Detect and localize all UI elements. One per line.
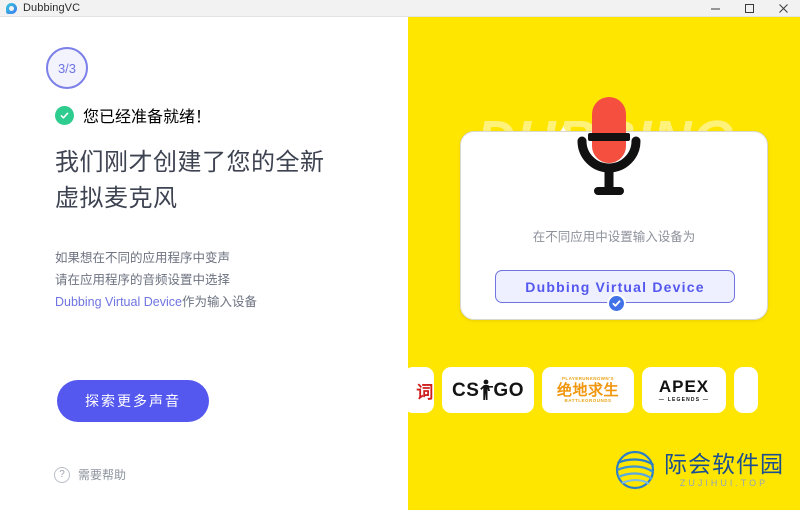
microphone-icon — [570, 95, 648, 207]
left-panel: 3/3 您已经准备就绪！ 我们刚才创建了您的全新 虚拟麦克风 如果想在不同的应用… — [0, 17, 408, 510]
logo-apex[interactable]: APEX — LEGENDS — — [642, 367, 726, 413]
right-panel: DUBBING ✦ ✦ ✦ ✦ 在不同应用中设置输入设备为 Dubbing Vi… — [408, 17, 800, 510]
logo-apex-text: APEX — LEGENDS — — [659, 378, 709, 403]
logo-cn-text: 词. — [416, 382, 434, 402]
check-circle-icon — [607, 294, 626, 313]
ready-status: 您已经准备就绪！ — [55, 103, 211, 127]
csgo-gunman-icon — [479, 379, 494, 401]
logo-csgo-text: CS GO — [452, 379, 524, 401]
logo-partial-right[interactable] — [734, 367, 758, 413]
supported-games-row: 词. CSGO PLAYERUNKNOWN'S 绝地求生 BATTLEGROUN… — [408, 364, 800, 416]
watermark: 际会软件园 ZUJIHUI.TOP — [614, 449, 784, 491]
instructions-line-2: 请在应用程序的音频设置中选择 — [55, 273, 231, 287]
card-caption: 在不同应用中设置输入设备为 — [532, 230, 696, 244]
logo-csgo[interactable]: CS GO — [442, 367, 534, 413]
watermark-cn: 际会软件园 — [664, 450, 784, 477]
globe-icon — [614, 449, 656, 491]
page-title: 我们刚才创建了您的全新 虚拟麦克风 — [55, 145, 325, 217]
dubbing-droplet-icon — [6, 2, 17, 14]
instructions-line-3-suffix: 作为输入设备 — [181, 295, 257, 309]
pubg-bottom-text: BATTLEGROUNDS — [564, 397, 612, 403]
instructions-line-1: 如果想在不同的应用程序中变声 — [55, 251, 231, 265]
title-bar: DubbingVC — [0, 0, 800, 17]
step-indicator: 3/3 — [46, 47, 88, 89]
pubg-main-text: 绝地求生 — [556, 381, 619, 399]
minimize-icon[interactable] — [698, 0, 732, 17]
help-link[interactable]: ? 需要帮助 — [54, 466, 126, 483]
check-circle-icon — [55, 105, 74, 125]
apex-sub-text: — LEGENDS — — [658, 396, 710, 403]
app-window: DubbingVC 3/3 您已经准备就绪！ 我们刚才创建了您的全新 虚拟麦克风… — [0, 0, 800, 510]
question-mark-icon: ? — [54, 466, 70, 483]
logo-cn-partial[interactable]: 词. — [408, 367, 434, 413]
virtual-device-link[interactable]: Dubbing Virtual Device — [55, 295, 182, 309]
window-title: DubbingVC — [23, 2, 81, 14]
logo-pubg-text: PLAYERUNKNOWN'S 绝地求生 BATTLEGROUNDS — [556, 376, 619, 403]
help-label: 需要帮助 — [78, 468, 127, 482]
close-icon[interactable] — [766, 0, 800, 17]
logo-pubg[interactable]: PLAYERUNKNOWN'S 绝地求生 BATTLEGROUNDS — [542, 367, 634, 413]
instructions: 如果想在不同的应用程序中变声 请在应用程序的音频设置中选择 Dubbing Vi… — [55, 247, 257, 313]
pubg-top-text: PLAYERUNKNOWN'S — [562, 376, 614, 381]
headline-line-2: 虚拟麦克风 — [55, 185, 178, 212]
instructions-line-3: Dubbing Virtual Device作为输入设备 — [55, 291, 257, 313]
apex-main-text: APEX — [658, 376, 710, 396]
headline-line-1: 我们刚才创建了您的全新 — [55, 149, 325, 176]
watermark-en: ZUJIHUI.TOP — [679, 477, 769, 488]
explore-more-voices-button[interactable]: 探索更多声音 — [57, 380, 209, 422]
ready-label: 您已经准备就绪！ — [83, 109, 212, 126]
watermark-text: 际会软件园 ZUJIHUI.TOP — [664, 450, 784, 488]
maximize-icon[interactable] — [732, 0, 766, 17]
